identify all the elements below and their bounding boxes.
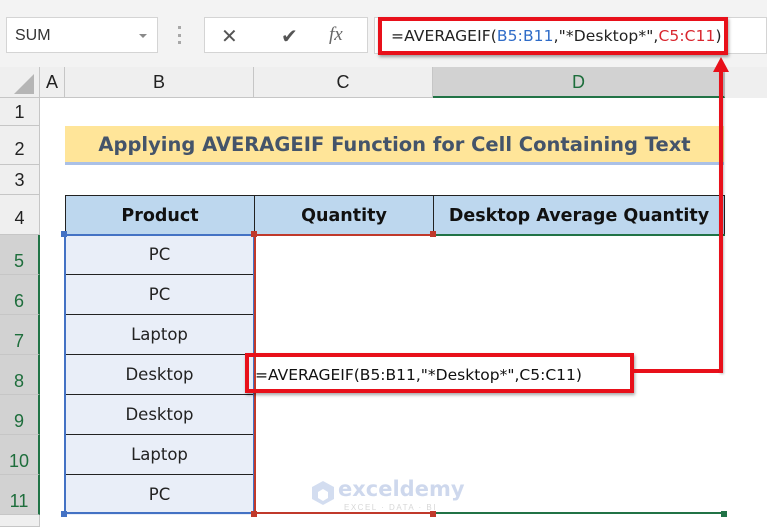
name-box-value: SUM [15, 27, 51, 44]
callout-connector [633, 369, 723, 373]
row-header-4[interactable]: 4 [0, 195, 40, 235]
row-header-3[interactable]: 3 [0, 165, 40, 195]
range-handle[interactable] [61, 511, 67, 517]
formula-toolbar: SUM ✕ ✔ fx =AVERAGEIF(B5:B11,"*Desktop*"… [0, 0, 767, 67]
row-header-7[interactable]: 7 [0, 315, 40, 355]
insert-function-icon[interactable]: fx [329, 24, 343, 46]
range-handle[interactable] [251, 231, 257, 237]
header-desktop-average-quantity[interactable]: Desktop Average Quantity [433, 195, 725, 235]
select-all-icon [14, 74, 34, 94]
header-product[interactable]: Product [65, 195, 255, 235]
select-all-button[interactable] [0, 67, 40, 98]
range-highlight-b5-b11 [64, 234, 255, 514]
formula-buttons: ✕ ✔ fx [204, 17, 368, 53]
column-header-c[interactable]: C [254, 67, 433, 98]
arrow-up-icon [713, 57, 729, 72]
row-header-1[interactable]: 1 [0, 98, 40, 126]
row-header-8[interactable]: 8 [0, 355, 40, 395]
range-handle[interactable] [430, 231, 436, 237]
name-box[interactable]: SUM [6, 17, 158, 53]
column-header-e[interactable] [725, 67, 767, 98]
range-handle[interactable] [61, 231, 67, 237]
range-handle[interactable] [251, 511, 257, 517]
check-icon[interactable]: ✔ [281, 24, 298, 49]
column-header-b[interactable]: B [65, 67, 254, 98]
header-quantity[interactable]: Quantity [254, 195, 434, 235]
row-header-6[interactable]: 6 [0, 275, 40, 315]
range-handle[interactable] [721, 511, 727, 517]
sheet-title: Applying AVERAGEIF Function for Cell Con… [65, 126, 724, 165]
formula-bar-callout [378, 17, 728, 55]
column-headers: A B C D [0, 67, 767, 98]
cell-formula-callout [245, 353, 634, 393]
column-header-d[interactable]: D [433, 67, 725, 98]
row-header-12[interactable] [0, 515, 40, 527]
callout-arrow-line [719, 70, 723, 373]
row-header-11[interactable]: 11 [0, 475, 40, 515]
watermark-name: exceldemy [338, 477, 465, 501]
chevron-down-icon[interactable] [139, 34, 147, 38]
row-header-9[interactable]: 9 [0, 395, 40, 435]
row-header-10[interactable]: 10 [0, 435, 40, 475]
drag-handle-icon[interactable] [178, 26, 182, 44]
cancel-icon[interactable]: ✕ [221, 24, 238, 49]
row-header-5[interactable]: 5 [0, 235, 40, 275]
watermark-tagline: EXCEL · DATA · BI [344, 503, 437, 512]
exceldemy-logo-icon [312, 481, 334, 505]
column-header-a[interactable]: A [40, 67, 65, 98]
row-header-2[interactable]: 2 [0, 126, 40, 165]
